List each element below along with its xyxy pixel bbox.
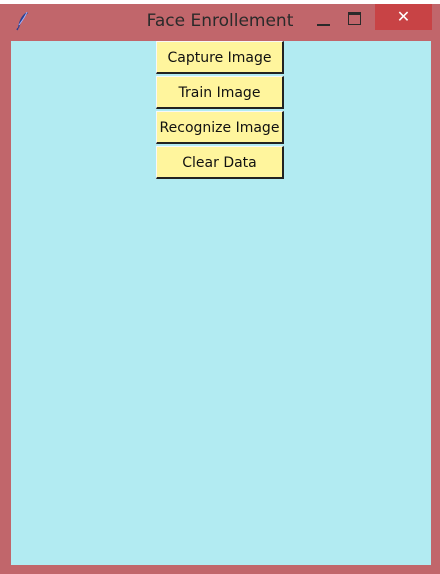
window-title: Face Enrollement: [146, 11, 294, 31]
maximize-icon: [348, 12, 361, 25]
minimize-icon: [317, 24, 330, 26]
client-area: Capture Image Train Image Recognize Imag…: [11, 41, 431, 565]
close-button[interactable]: ✕: [375, 4, 432, 30]
train-image-button[interactable]: Train Image: [156, 76, 284, 109]
clear-data-button[interactable]: Clear Data: [156, 146, 284, 179]
title-bar[interactable]: Face Enrollement ✕: [0, 4, 440, 39]
recognize-image-button[interactable]: Recognize Image: [156, 111, 284, 144]
app-window: Face Enrollement ✕ Capture Image Train I…: [0, 4, 440, 574]
close-icon: ✕: [396, 7, 411, 26]
minimize-button[interactable]: [310, 6, 338, 32]
maximize-button[interactable]: [340, 6, 370, 32]
capture-image-button[interactable]: Capture Image: [156, 41, 284, 74]
